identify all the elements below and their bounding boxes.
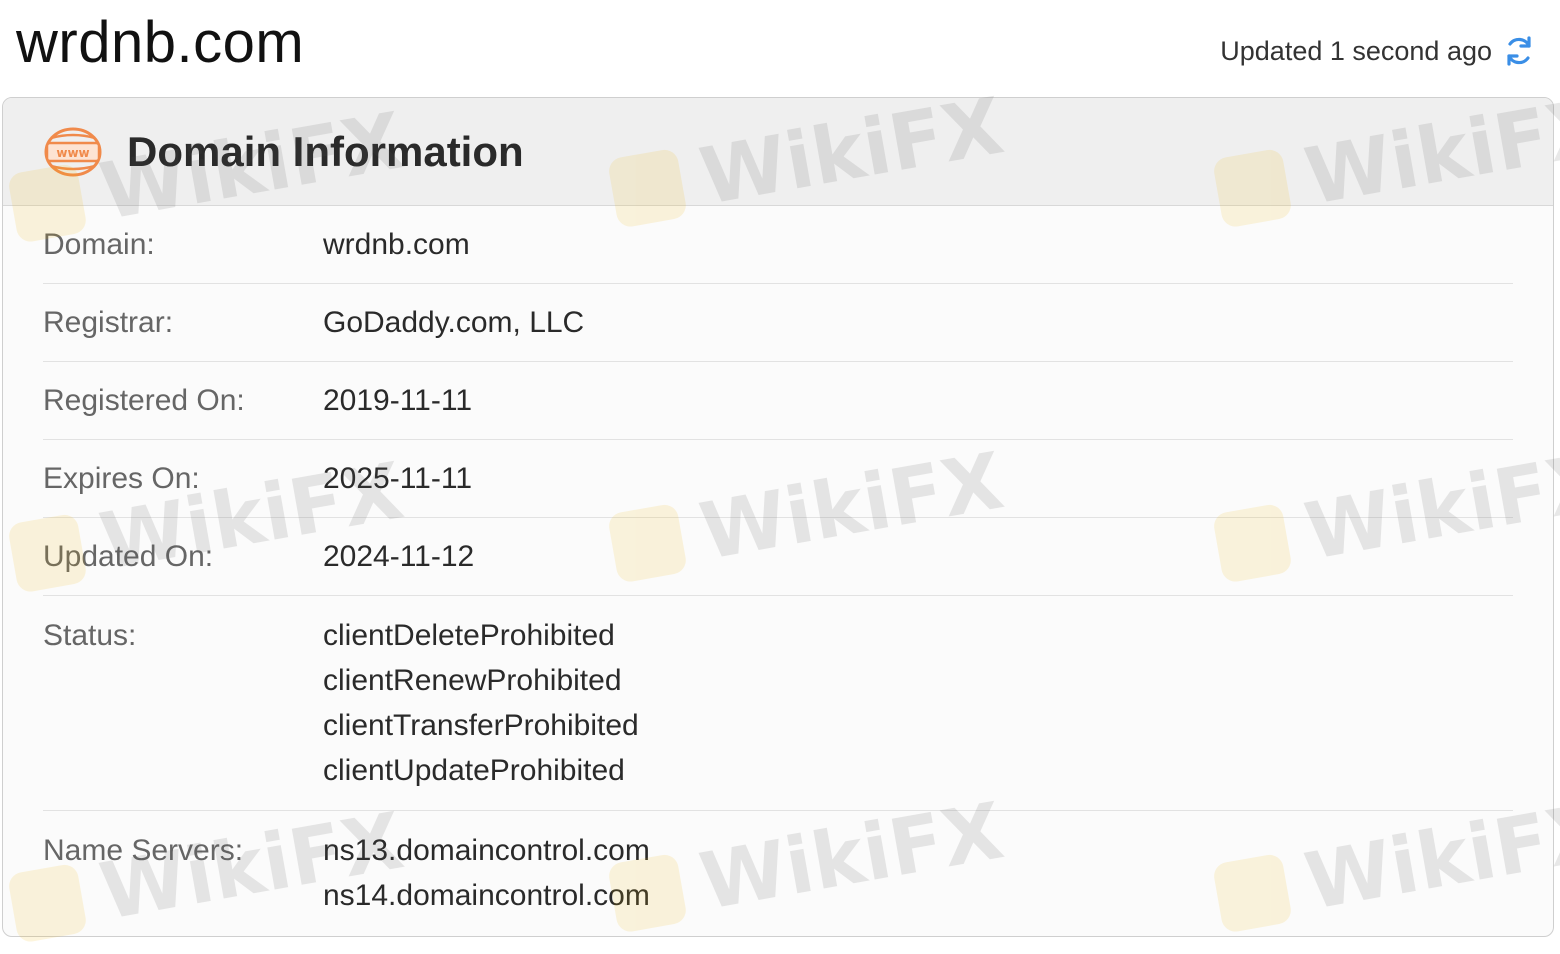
card-header: www Domain Information — [3, 98, 1553, 206]
expires-on-label: Expires On: — [43, 462, 200, 495]
name-server-value: ns14.domaincontrol.com — [323, 879, 650, 912]
domain-label: Domain: — [43, 228, 155, 261]
row-registrar: Registrar: GoDaddy.com, LLC — [43, 284, 1513, 362]
expires-on-value: 2025-11-11 — [323, 462, 473, 495]
row-registered-on: Registered On: 2019-11-11 — [43, 362, 1513, 440]
name-servers-label: Name Servers: — [43, 834, 244, 867]
registrar-label: Registrar: — [43, 306, 174, 339]
card-title: Domain Information — [127, 127, 524, 175]
status-value: clientTransferProhibited — [323, 709, 639, 742]
status-value: clientUpdateProhibited — [323, 754, 625, 787]
updated-on-value: 2024-11-12 — [323, 540, 475, 573]
top-bar: wrdnb.com Updated 1 second ago — [0, 0, 1560, 96]
status-value: clientRenewProhibited — [323, 664, 622, 697]
row-expires-on: Expires On: 2025-11-11 — [43, 440, 1513, 518]
domain-value: wrdnb.com — [323, 228, 470, 261]
updated-status: Updated 1 second ago — [1220, 34, 1536, 68]
updated-text: Updated 1 second ago — [1220, 35, 1492, 66]
refresh-icon[interactable] — [1502, 34, 1536, 68]
row-domain: Domain: wrdnb.com — [43, 206, 1513, 284]
page-title: wrdnb.com — [16, 10, 305, 75]
svg-text:www: www — [56, 146, 89, 160]
status-values: clientDeleteProhibited clientRenewProhib… — [323, 613, 639, 793]
name-server-value: ns13.domaincontrol.com — [323, 834, 650, 867]
row-status: Status: clientDeleteProhibited clientRen… — [43, 596, 1513, 811]
www-globe-icon: www — [44, 127, 102, 176]
status-value: clientDeleteProhibited — [323, 619, 615, 652]
info-rows: Domain: wrdnb.com Registrar: GoDaddy.com… — [3, 206, 1553, 935]
row-updated-on: Updated On: 2024-11-12 — [43, 518, 1513, 596]
status-label: Status: — [43, 619, 137, 652]
row-name-servers: Name Servers: ns13.domaincontrol.com ns1… — [43, 811, 1513, 935]
registered-on-value: 2019-11-11 — [323, 384, 473, 417]
updated-on-label: Updated On: — [43, 540, 214, 573]
registered-on-label: Registered On: — [43, 384, 245, 417]
registrar-value: GoDaddy.com, LLC — [323, 306, 585, 339]
domain-info-card: www Domain Information Domain: wrdnb.com… — [2, 97, 1554, 937]
name-servers-values: ns13.domaincontrol.com ns14.domaincontro… — [323, 828, 650, 918]
